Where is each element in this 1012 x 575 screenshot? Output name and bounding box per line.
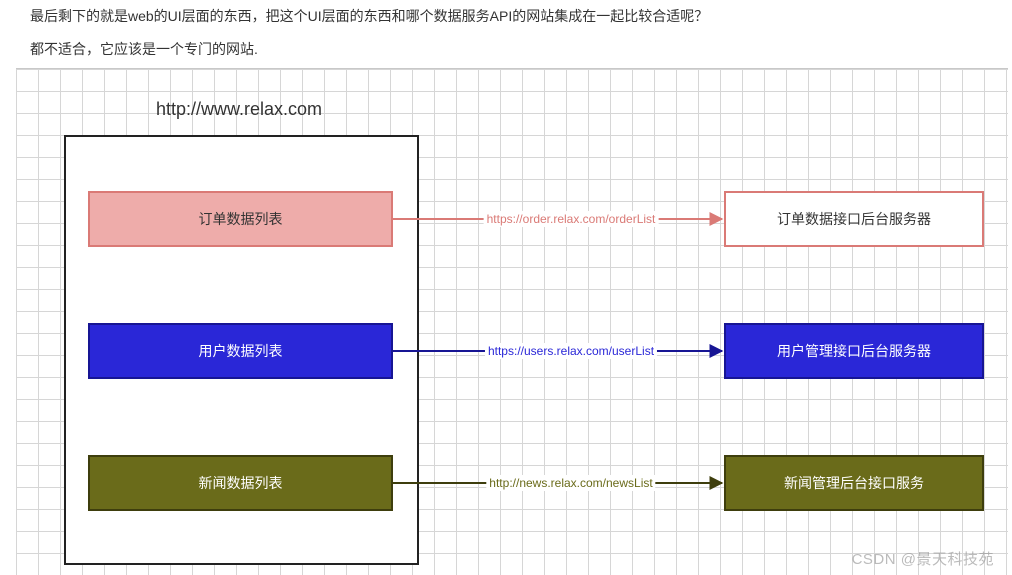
answer-text: 都不适合，它应该是一个专门的网站. xyxy=(30,37,982,62)
user-api-url: https://users.relax.com/userList xyxy=(485,343,657,359)
order-api-url: https://order.relax.com/orderList xyxy=(484,211,659,227)
diagram-container: http://www.relax.com 订单数据列表 订单数据接口后台服务器 … xyxy=(16,68,1008,575)
news-api-url: http://news.relax.com/newsList xyxy=(486,475,655,491)
connector-layer xyxy=(16,69,1008,575)
question-text: 最后剩下的就是web的UI层面的东西，把这个UI层面的东西和哪个数据服务API的… xyxy=(30,4,982,29)
